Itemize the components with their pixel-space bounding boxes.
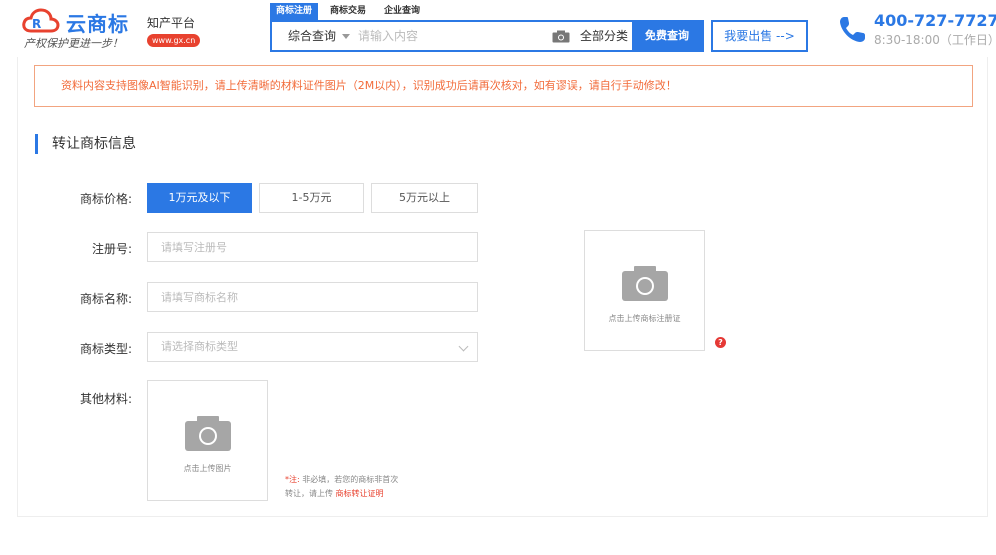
trademark-name-label: 商标名称: <box>79 292 132 306</box>
chevron-down-icon <box>458 341 469 352</box>
search-tabs: 商标注册 商标交易 企业查询 <box>270 3 432 20</box>
camera-icon <box>184 416 231 451</box>
brand-slogan: 产权保护更进一步！ <box>24 37 123 50</box>
price-option-under-10k[interactable]: 1万元及以下 <box>147 183 252 213</box>
upload-image-text: 点击上传图片 <box>183 464 232 473</box>
trademark-transfer-form-panel: 资料内容支持图像AI智能识别，请上传清晰的材料证件图片（2M以内），识别成功后请… <box>17 57 988 517</box>
upload-note: *注: 非必填，若您的商标非首次 转让，请上传 商标转让证明 <box>285 473 398 501</box>
note-line-1: 非必填，若您的商标非首次 <box>302 475 399 484</box>
upload-image-box[interactable]: 点击上传图片 <box>147 380 268 501</box>
camera-icon <box>621 266 668 301</box>
ai-recognition-notice: 资料内容支持图像AI智能识别，请上传清晰的材料证件图片（2M以内），识别成功后请… <box>34 65 973 107</box>
note-prefix: *注: <box>285 475 300 484</box>
site-header: R 云商标 产权保护更进一步！ 知产平台 www.gx.cn 商标注册 商标交易… <box>0 0 996 57</box>
trademark-type-label: 商标类型: <box>79 342 132 356</box>
site-url-badge: www.gx.cn <box>147 34 201 47</box>
caret-down-icon <box>342 34 351 39</box>
logo[interactable]: R 云商标 产权保护更进一步！ <box>22 6 152 52</box>
search-input[interactable] <box>358 22 528 50</box>
other-materials-label: 其他材料: <box>79 392 132 406</box>
search-type-label: 综合查询 <box>288 29 337 43</box>
help-icon[interactable]: ? <box>715 337 726 348</box>
tab-company-search[interactable]: 企业查询 <box>378 3 426 20</box>
trademark-type-placeholder: 请选择商标类型 <box>161 340 238 353</box>
cloud-logo-icon: R <box>22 8 60 33</box>
tab-trademark-trading[interactable]: 商标交易 <box>324 3 372 20</box>
camera-icon[interactable] <box>552 30 570 43</box>
tab-trademark-registration[interactable]: 商标注册 <box>270 3 319 20</box>
upload-certificate-text: 点击上传商标注册证 <box>608 314 681 323</box>
sell-trademark-button[interactable]: 我要出售 --> <box>711 20 808 52</box>
section-title: 转让商标信息 <box>35 134 136 154</box>
price-option-10k-50k[interactable]: 1-5万元 <box>259 183 364 213</box>
upload-certificate-box[interactable]: 点击上传商标注册证 <box>584 230 705 351</box>
note-line-2: 转让，请上传 <box>285 489 333 498</box>
registration-number-input[interactable] <box>147 232 478 262</box>
platform-label: 知产平台 <box>147 16 196 30</box>
registration-number-label: 注册号: <box>91 242 132 256</box>
trademark-name-input[interactable] <box>147 282 478 312</box>
svg-text:R: R <box>32 17 41 31</box>
transfer-proof-link[interactable]: 商标转让证明 <box>336 489 384 498</box>
service-hours: 8:30-18:00（工作日） <box>874 33 996 47</box>
price-option-over-50k[interactable]: 5万元以上 <box>371 183 478 213</box>
category-label: 全部分类 <box>580 29 629 43</box>
search-bar: 综合查询 全部分类 免费查询 <box>270 20 704 52</box>
brand-name: 云商标 <box>66 12 129 36</box>
trademark-type-select[interactable]: 请选择商标类型 <box>147 332 478 362</box>
price-label: 商标价格: <box>79 192 132 206</box>
phone-icon <box>840 17 865 42</box>
search-type-select[interactable]: 综合查询 <box>272 22 358 50</box>
free-search-button[interactable]: 免费查询 <box>632 22 702 50</box>
phone-number: 400-727-7727 <box>874 11 996 30</box>
